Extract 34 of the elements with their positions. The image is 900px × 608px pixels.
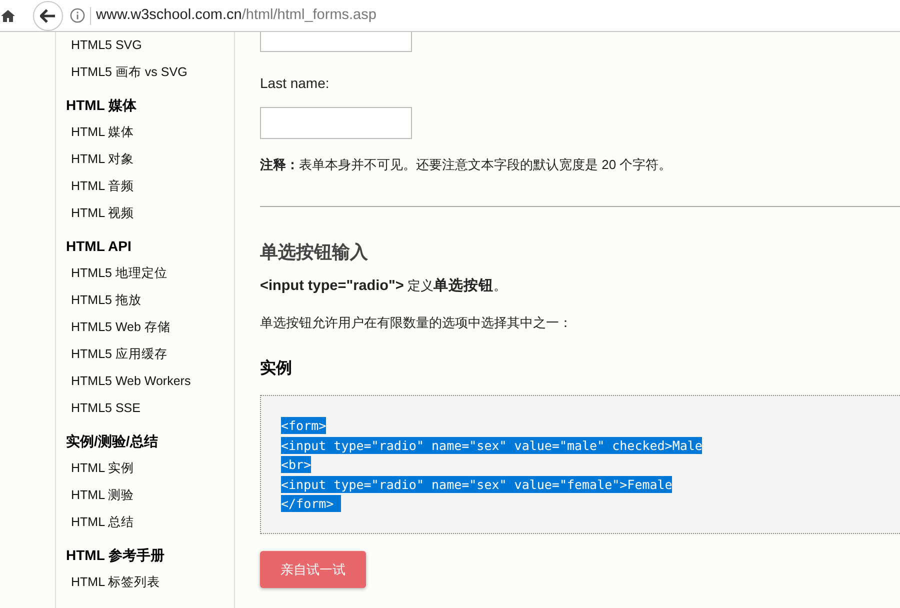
sidebar-link[interactable]: HTML5 SSE <box>71 399 140 418</box>
url-path: /html/html_forms.asp <box>242 6 376 25</box>
first-name-field[interactable] <box>260 32 412 52</box>
sidebar-link[interactable]: HTML 对象 <box>71 150 134 169</box>
sidebar-link[interactable]: HTML5 拖放 <box>71 291 142 310</box>
sidebar-link[interactable]: HTML5 SVG <box>71 36 142 55</box>
url-host: www.w3school.com.cn <box>96 6 242 25</box>
sidebar-heading: HTML 参考手册 <box>66 546 166 564</box>
field-label: Last name: <box>260 74 330 93</box>
sidebar-link[interactable]: HTML5 应用缓存 <box>71 345 168 364</box>
sidebar-link[interactable]: HTML5 地理定位 <box>71 264 168 283</box>
sidebar-heading: 实例/测验/总结 <box>66 432 159 450</box>
sidebar-link[interactable]: HTML 实例 <box>71 459 134 478</box>
definition-text: <input type="radio"> 定义单选按钮。 <box>260 276 508 296</box>
sidebar-heading: HTML 媒体 <box>66 96 138 114</box>
sidebar-link[interactable]: HTML 标签列表 <box>71 573 160 592</box>
sidebar-link[interactable]: HTML 音频 <box>71 177 134 196</box>
sidebar-link[interactable]: HTML 总结 <box>71 513 134 532</box>
back-arrow-icon <box>40 8 56 22</box>
sidebar-heading: HTML API <box>66 236 132 256</box>
info-icon[interactable] <box>70 8 85 23</box>
sidebar-link[interactable]: HTML5 Web 存储 <box>71 318 170 337</box>
description-text: 单选按钮允许用户在有限数量的选项中选择其中之一： <box>260 314 573 332</box>
note-text: 注释：表单本身并不可见。还要注意文本字段的默认宽度是 20 个字符。 <box>260 156 673 174</box>
sidebar-link[interactable]: HTML 媒体 <box>71 123 134 142</box>
back-button[interactable] <box>33 0 63 30</box>
sidebar-link[interactable]: HTML 测验 <box>71 486 134 505</box>
sidebar-link[interactable]: HTML5 画布 vs SVG <box>71 63 188 82</box>
sidebar-link[interactable]: HTML 视频 <box>71 204 134 223</box>
last-name-field[interactable] <box>260 107 412 139</box>
sidebar-link[interactable]: HTML5 Web Workers <box>71 372 191 391</box>
example-title: 实例 <box>260 358 293 379</box>
home-icon[interactable] <box>1 8 15 22</box>
section-title: 单选按钮输入 <box>260 240 369 264</box>
